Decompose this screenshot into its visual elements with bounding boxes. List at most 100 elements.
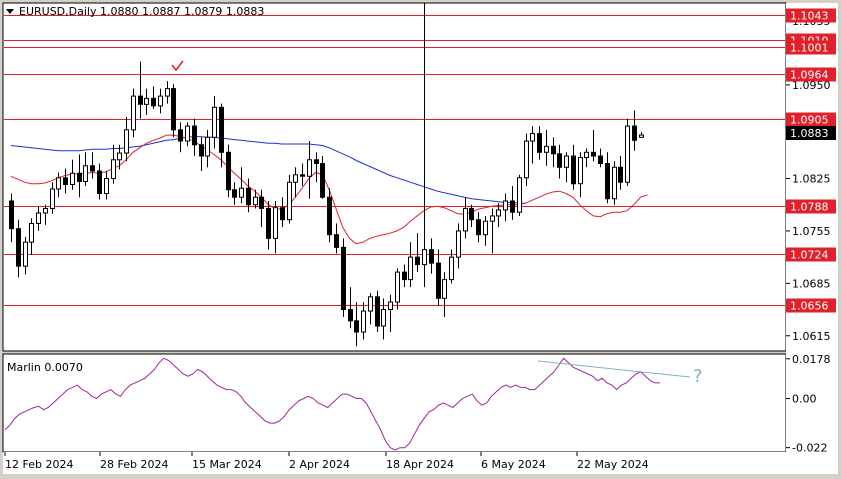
candle-body (158, 95, 163, 107)
candle-body (584, 151, 589, 159)
candle (287, 174, 292, 224)
candle-body (429, 249, 434, 264)
candle-body (253, 196, 258, 206)
candle (171, 84, 176, 138)
time-tick-label: 28 Feb 2024 (100, 458, 168, 471)
candle-body (341, 246, 346, 311)
price-tick-label: 1.0755 (792, 225, 831, 238)
oscillator-tick-label: 0.00 (792, 393, 817, 406)
candle-body (544, 145, 549, 153)
chart-header-title: EURUSD,Daily 1.0880 1.0887 1.0879 1.0883 (19, 5, 264, 18)
candle-body (483, 220, 488, 236)
level-label: 1.0724 (790, 249, 829, 262)
candle-body (354, 320, 359, 333)
candle-body (496, 209, 501, 217)
time-tick-label: 12 Feb 2024 (5, 458, 73, 471)
candle-body (266, 207, 271, 239)
candle-body (598, 155, 603, 165)
candle-body (9, 200, 14, 230)
time-tick-label: 2 Apr 2024 (289, 458, 350, 471)
candle-body (226, 151, 231, 191)
oscillator-tick-label: 0.0178 (792, 353, 831, 366)
candle-body (368, 296, 373, 312)
candle-body (178, 129, 183, 142)
candle-body (348, 309, 353, 322)
candle (625, 118, 630, 186)
candle-body (16, 228, 21, 267)
candle-body (517, 177, 522, 213)
candle-body (70, 172, 75, 185)
current-price-label: 1.0883 (790, 127, 829, 140)
candle-body (314, 159, 319, 165)
candle-body (111, 159, 116, 179)
time-tick-label: 22 May 2024 (577, 458, 649, 471)
candle-body (43, 207, 48, 214)
candle-body (469, 207, 474, 221)
candle-body (23, 241, 28, 267)
candle-body (442, 279, 447, 299)
level-label: 1.0905 (790, 114, 829, 127)
level-label: 1.1001 (790, 42, 829, 55)
indicator-plot-area (2, 353, 787, 453)
candle-body (77, 172, 82, 182)
time-tick-label: 15 Mar 2024 (192, 458, 262, 471)
candle-body (131, 95, 136, 131)
candle (612, 161, 617, 205)
candle-body (402, 271, 407, 281)
candle-body (436, 262, 441, 299)
time-tick-label: 6 May 2024 (481, 458, 546, 471)
candle-body (632, 125, 637, 141)
candle-body (537, 133, 542, 153)
candle-body (510, 200, 515, 213)
candle-body (551, 145, 556, 155)
candle-body (239, 187, 244, 198)
candle-body (165, 88, 170, 97)
candle-body (273, 207, 278, 239)
candle-body (124, 129, 129, 154)
candle-body (503, 200, 508, 211)
candle-body (192, 125, 197, 146)
candle-body (199, 144, 204, 157)
candle-body (334, 234, 339, 248)
candle-body (375, 296, 380, 327)
candle-body (293, 174, 298, 183)
candle-body (232, 189, 237, 198)
candle-body (490, 215, 495, 222)
candle-body (530, 133, 535, 142)
divergence-question-mark: ? (693, 366, 703, 387)
candle-body (422, 249, 427, 266)
candle-body (185, 125, 190, 142)
candle-body (56, 177, 61, 190)
candle-body (219, 106, 224, 153)
candle-body (138, 95, 143, 105)
candle-body (205, 136, 210, 157)
level-label: 1.0964 (790, 69, 829, 82)
level-label: 1.0788 (790, 201, 829, 214)
candle-body (212, 106, 217, 138)
candle-body (578, 157, 583, 185)
candle-body (476, 219, 481, 236)
candle-body (456, 230, 461, 258)
price-tick-label: 1.0685 (792, 277, 831, 290)
price-tick-label: 1.0825 (792, 172, 831, 185)
candle-body (320, 163, 325, 198)
candle (375, 290, 380, 333)
candle-body (557, 153, 562, 168)
candle-body (171, 88, 176, 131)
candle-body (449, 256, 454, 281)
level-label: 1.0656 (790, 300, 829, 313)
candle-body (259, 196, 264, 209)
candle-body (97, 170, 102, 194)
candle-body (381, 309, 386, 327)
candle-body (625, 125, 630, 183)
candle-body (50, 188, 55, 209)
candle-body (90, 165, 95, 172)
candle (226, 144, 231, 198)
candle-body (618, 166, 623, 183)
candle-body (104, 177, 109, 194)
candle-body (415, 256, 420, 266)
chart-canvas: 1.10751.10351.10011.09501.09051.08831.08… (2, 2, 838, 474)
candle-body (83, 165, 88, 182)
candle-body (117, 152, 122, 161)
indicator-label: Marlin 0.0070 (7, 361, 83, 374)
